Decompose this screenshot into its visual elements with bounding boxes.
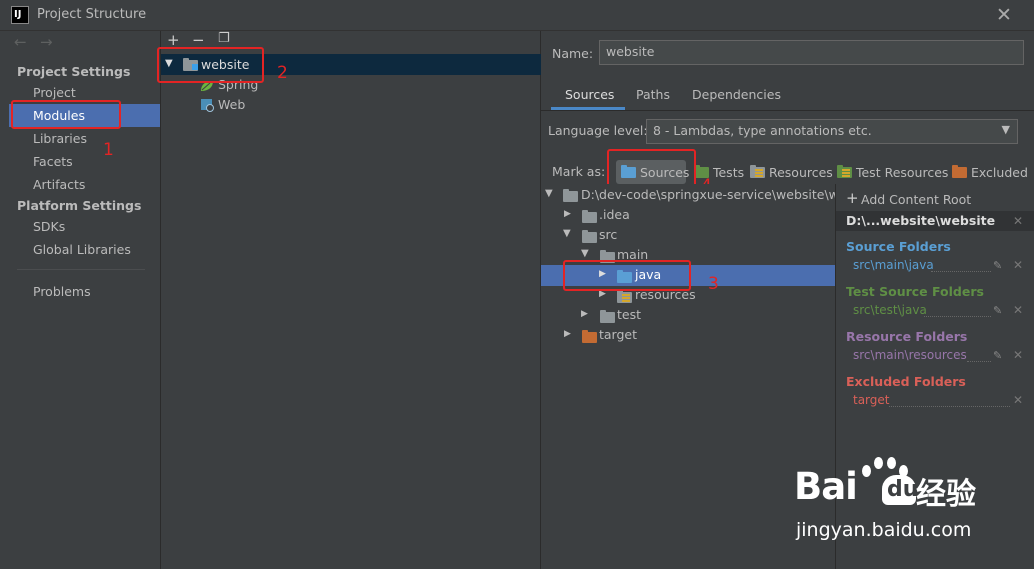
test-source-folder-path: src\test\java [853, 303, 927, 317]
mark-tests-label: Tests [712, 165, 745, 180]
settings-sidebar: ← → Project Settings Project Modules Lib… [0, 31, 161, 569]
excluded-folder-icon [582, 330, 597, 345]
copy-module-button[interactable]: ❐ [218, 31, 230, 46]
tab-dependencies[interactable]: Dependencies [692, 87, 781, 102]
arrow-right-icon[interactable]: → [40, 33, 53, 51]
title-bar: IJ Project Structure ✕ [0, 0, 1034, 31]
watermark-jingyan-cn: 经验 [916, 477, 976, 512]
dotted-leader [889, 406, 1010, 407]
tab-paths[interactable]: Paths [636, 87, 670, 102]
remove-folder-icon[interactable]: ✕ [1013, 393, 1023, 407]
tree-node-test[interactable]: test [617, 307, 641, 322]
tree-node-idea[interactable]: .idea [599, 207, 630, 222]
intellij-app-icon: IJ [11, 6, 29, 24]
folder-icon [582, 210, 597, 225]
sidebar-item-sdks[interactable]: SDKs [33, 219, 65, 234]
resource-folder-path: src\main\resources [853, 348, 967, 362]
chevron-down-icon[interactable]: ▼ [545, 188, 553, 199]
test-source-folders-heading: Test Source Folders [846, 284, 984, 299]
module-name-field[interactable]: website [599, 40, 1024, 65]
excluded-folders-heading: Excluded Folders [846, 374, 966, 389]
remove-folder-icon[interactable]: ✕ [1013, 258, 1023, 272]
facet-label-web[interactable]: Web [218, 97, 245, 112]
chevron-down-icon[interactable]: ▼ [581, 248, 589, 259]
sidebar-item-problems[interactable]: Problems [33, 284, 91, 299]
plus-icon[interactable]: + [846, 189, 859, 207]
tree-root-path[interactable]: D:\dev-code\springxue-service\website\we… [581, 187, 855, 202]
content-root-header: D:\...website\website ✕ [836, 211, 1034, 231]
chevron-right-icon[interactable]: ▶ [564, 329, 571, 339]
platform-settings-heading: Platform Settings [17, 198, 142, 213]
edit-pencil-icon[interactable]: ✎ [993, 304, 1002, 317]
edit-pencil-icon[interactable]: ✎ [993, 259, 1002, 272]
content-root-path: D:\...website\website [846, 213, 996, 228]
close-icon[interactable]: ✕ [996, 4, 1012, 26]
dotted-leader [924, 316, 991, 317]
dotted-leader [931, 271, 991, 272]
mark-excluded-label: Excluded [970, 165, 1028, 180]
excluded-folder-icon [952, 165, 967, 178]
tab-divider [541, 110, 1034, 111]
source-folder-path: src\main\java [853, 258, 934, 272]
language-level-value: 8 - Lambdas, type annotations etc. [653, 123, 872, 138]
source-folders-heading: Source Folders [846, 239, 951, 254]
excluded-folder-path: target [853, 393, 890, 407]
annotation-box-2 [157, 47, 264, 83]
sidebar-item-libraries[interactable]: Libraries [33, 131, 87, 146]
chevron-down-icon[interactable]: ▼ [563, 228, 571, 239]
mark-test-resources-button[interactable]: Test Resources [837, 165, 948, 180]
window-title: Project Structure [37, 7, 147, 22]
annotation-box-3 [563, 260, 691, 291]
dotted-leader [967, 361, 991, 362]
chevron-right-icon[interactable]: ▶ [581, 309, 588, 319]
folder-icon [582, 230, 597, 245]
web-icon [200, 98, 214, 112]
sidebar-divider [17, 269, 145, 270]
language-level-label: Language level: [548, 123, 648, 138]
remove-folder-icon[interactable]: ✕ [1013, 348, 1023, 362]
annotation-label-1: 1 [103, 140, 114, 160]
sidebar-item-artifacts[interactable]: Artifacts [33, 177, 85, 192]
tree-node-src[interactable]: src [599, 227, 617, 242]
watermark-du: du [887, 477, 919, 502]
folder-icon [600, 310, 615, 325]
annotation-label-3: 3 [708, 274, 719, 294]
mark-resources-button[interactable]: Resources [750, 165, 833, 180]
sidebar-item-facets[interactable]: Facets [33, 154, 73, 169]
mark-excluded-button[interactable]: Excluded [952, 165, 1028, 180]
annotation-box-1 [11, 100, 121, 129]
test-resources-folder-icon [837, 165, 852, 178]
mark-test-resources-label: Test Resources [855, 165, 949, 180]
watermark-url: jingyan.baidu.com [796, 519, 972, 541]
language-level-dropdown[interactable]: 8 - Lambdas, type annotations etc. ▼ [646, 119, 1018, 144]
chevron-down-icon: ▼ [1001, 123, 1010, 136]
remove-root-icon[interactable]: ✕ [1013, 214, 1023, 228]
name-label: Name: [552, 46, 594, 61]
add-content-root-link[interactable]: Add Content Root [861, 192, 971, 207]
tab-sources[interactable]: Sources [565, 87, 614, 102]
resources-folder-icon [617, 290, 632, 305]
sidebar-item-global-libraries[interactable]: Global Libraries [33, 242, 131, 257]
tree-node-target[interactable]: target [599, 327, 637, 342]
project-settings-heading: Project Settings [17, 64, 131, 79]
edit-pencil-icon[interactable]: ✎ [993, 349, 1002, 362]
annotation-label-2: 2 [277, 63, 288, 83]
remove-folder-icon[interactable]: ✕ [1013, 303, 1023, 317]
modules-panel: + − ❐ ▼ website Spring Web 2 [157, 31, 541, 569]
baidu-jingyan-watermark: Bai du 经验 jingyan.baidu.com [788, 455, 1028, 555]
folder-icon [563, 189, 578, 204]
arrow-left-icon[interactable]: ← [14, 33, 27, 51]
resource-folders-heading: Resource Folders [846, 329, 968, 344]
watermark-brand: Bai [794, 465, 858, 508]
chevron-right-icon[interactable]: ▶ [564, 209, 571, 219]
sidebar-item-project[interactable]: Project [33, 85, 76, 100]
resources-folder-icon [750, 165, 765, 178]
mark-as-label: Mark as: [552, 164, 606, 179]
mark-resources-label: Resources [768, 165, 833, 180]
